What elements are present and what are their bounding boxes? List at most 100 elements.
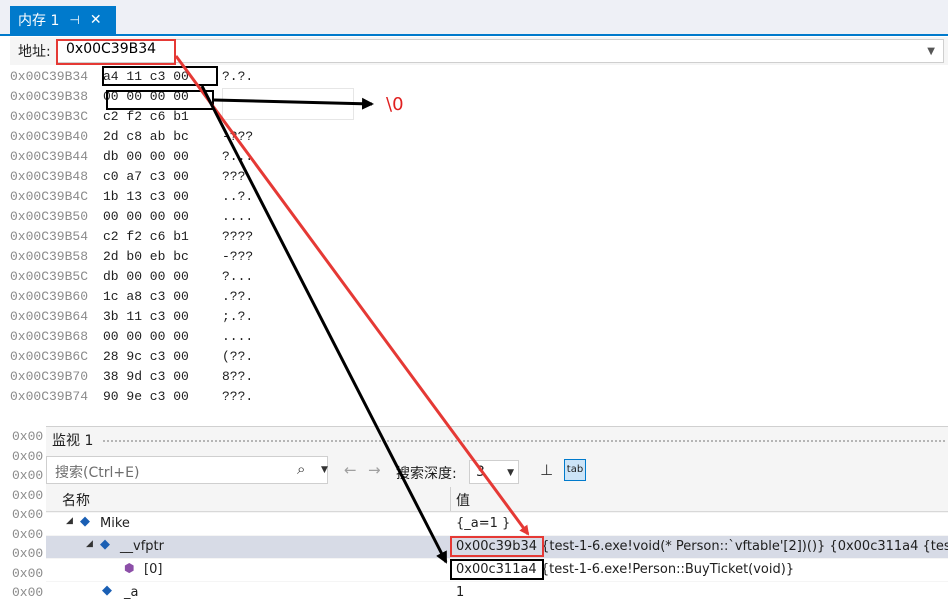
memory-bytes[interactable]: a4 11 c3 00 bbox=[103, 69, 189, 84]
memory-address: 0x00C39B5C bbox=[10, 269, 89, 284]
watch-value-cell[interactable]: 0x00c311a4 {test-1-6.exe!Person::BuyTick… bbox=[456, 562, 794, 577]
memory-ascii: ?... bbox=[222, 149, 254, 164]
search-depth-select[interactable]: 3 ▼ bbox=[469, 460, 519, 484]
watch-row[interactable]: ◢ ◆ Mike {_a=1 } bbox=[46, 513, 948, 535]
search-input[interactable]: 搜索(Ctrl+E) ⌕ ▼ bbox=[46, 456, 328, 484]
memory-ascii: 8??. bbox=[222, 369, 254, 384]
address-value: 0x00C39B34 bbox=[66, 41, 157, 57]
memory-address: 0x00C39B50 bbox=[10, 209, 89, 224]
chevron-down-icon[interactable]: ▼ bbox=[927, 46, 935, 57]
column-header-name[interactable]: 名称 bbox=[62, 490, 90, 510]
memory-address-stub: 0x00 bbox=[12, 546, 44, 561]
close-icon[interactable]: ✕ bbox=[90, 12, 102, 28]
memory-bytes[interactable]: 90 9e c3 00 bbox=[103, 389, 189, 404]
memory-address: 0x00C39B74 bbox=[10, 389, 89, 404]
watch-value: 1 bbox=[456, 585, 465, 600]
null-terminator-note: \0 bbox=[386, 94, 404, 115]
memory-bytes[interactable]: 1c a8 c3 00 bbox=[103, 289, 189, 304]
pin-icon[interactable]: ⊣ bbox=[69, 13, 79, 27]
watch-value-cell[interactable]: 1 bbox=[456, 585, 464, 600]
memory-bytes[interactable]: 3b 11 c3 00 bbox=[103, 309, 189, 324]
watch-value-cell[interactable]: 0x00c39b34 {test-1-6.exe!void(* Person::… bbox=[456, 539, 948, 554]
memory-ascii: .??. bbox=[222, 289, 254, 304]
memory-bytes[interactable]: db 00 00 00 bbox=[103, 269, 189, 284]
drag-handle[interactable] bbox=[102, 439, 946, 443]
memory-bytes[interactable]: c2 f2 c6 b1 bbox=[103, 229, 189, 244]
variable-icon: ◆ bbox=[100, 537, 110, 552]
expand-icon[interactable]: ◢ bbox=[66, 516, 73, 526]
watch-value-cell[interactable]: {_a=1 } bbox=[456, 516, 510, 531]
memory-address-stub: 0x00 bbox=[12, 468, 44, 483]
memory-address: 0x00C39B68 bbox=[10, 329, 89, 344]
watch-row[interactable]: ◆ _a 1 bbox=[46, 582, 948, 604]
watch-name: [0] bbox=[144, 562, 163, 577]
memory-address-stub: 0x00 bbox=[12, 585, 44, 600]
memory-bytes[interactable]: 28 9c c3 00 bbox=[103, 349, 189, 364]
search-icon[interactable]: ⌕ bbox=[297, 460, 305, 478]
memory-address: 0x00C39B70 bbox=[10, 369, 89, 384]
memory-ascii: ..?. bbox=[222, 189, 254, 204]
memory-ascii: .... bbox=[222, 329, 254, 344]
memory-ascii: ;.?. bbox=[222, 309, 254, 324]
memory-view[interactable]: 0x00C39B34 a4 11 c3 00?.?. 0x00C39B38 00 00… bbox=[10, 67, 948, 427]
memory-address-stub: 0x00 bbox=[12, 448, 44, 464]
memory-bytes[interactable]: 00 00 00 00 bbox=[103, 329, 189, 344]
pin-column-icon[interactable]: ⊥ bbox=[540, 461, 553, 479]
variable-icon: ◆ bbox=[102, 583, 112, 598]
watch-name: _a bbox=[124, 585, 139, 600]
tooltip-panel bbox=[222, 88, 354, 120]
memory-bytes[interactable]: c0 a7 c3 00 bbox=[103, 169, 189, 184]
column-header-value[interactable]: 值 bbox=[456, 490, 470, 510]
array-element-icon: ⬢ bbox=[124, 561, 135, 575]
memory-view-stub: 0x00 0x00 0x00 0x00 0x00 0x00 0x00 0x00 0x00 bbox=[0, 426, 46, 603]
watch-value: {_a=1 } bbox=[456, 516, 511, 531]
search-depth-label: 搜索深度: bbox=[396, 466, 457, 482]
memory-address: 0x00C39B34 bbox=[10, 69, 89, 84]
memory-bytes[interactable]: db 00 00 00 bbox=[103, 149, 189, 164]
memory-address: 0x00C39B3C bbox=[10, 109, 89, 124]
chevron-down-icon[interactable]: ▼ bbox=[507, 468, 514, 478]
watch-title: 监视 1 bbox=[52, 433, 94, 449]
memory-ascii: ?... bbox=[222, 269, 254, 284]
tab-memory-1[interactable]: 内存 1 ⊣ ✕ bbox=[10, 6, 116, 34]
back-arrow-icon[interactable]: ← bbox=[344, 461, 357, 479]
watch-name: __vfptr bbox=[120, 539, 164, 554]
memory-address: 0x00C39B48 bbox=[10, 169, 89, 184]
expand-icon[interactable]: ◢ bbox=[86, 539, 93, 549]
address-label: 地址: bbox=[18, 44, 51, 60]
memory-address-stub: 0x00 bbox=[12, 429, 44, 444]
memory-ascii: ?.?. bbox=[222, 69, 254, 84]
memory-bytes[interactable]: 2d b0 eb bc bbox=[103, 249, 189, 264]
tabular-view-icon[interactable]: tab bbox=[564, 459, 586, 481]
memory-tab-bar: 内存 1 ⊣ ✕ bbox=[0, 0, 948, 36]
watch-value-detail: {test-1-6.exe!void(* Person::`vftable'[2… bbox=[537, 539, 948, 554]
chevron-down-icon[interactable]: ▼ bbox=[321, 465, 328, 475]
memory-address: 0x00C39B60 bbox=[10, 289, 89, 304]
variable-icon: ◆ bbox=[80, 514, 90, 529]
watch-header-row: 名称 值 bbox=[46, 487, 948, 512]
watch-row[interactable]: ◢ ◆ __vfptr 0x00c39b34 {test-1-6.exe!void(*… bbox=[46, 536, 948, 558]
watch-value: 0x00c39b34 bbox=[456, 539, 537, 554]
memory-bytes[interactable]: 38 9d c3 00 bbox=[103, 369, 189, 384]
memory-address-stub: 0x00 bbox=[12, 487, 44, 503]
tab-title: 内存 1 bbox=[18, 13, 60, 29]
memory-ascii: (??. bbox=[222, 349, 254, 364]
memory-ascii: ???. bbox=[222, 389, 254, 404]
memory-address: 0x00C39B64 bbox=[10, 309, 89, 324]
memory-address: 0x00C39B58 bbox=[10, 249, 89, 264]
address-bar: 地址: ▼ 0x00C39B34 bbox=[10, 37, 948, 65]
memory-address: 0x00C39B40 bbox=[10, 129, 89, 144]
watch-window: 监视 1 搜索(Ctrl+E) ⌕ ▼ ← → 搜索深度: 3 ▼ ⊥ tab … bbox=[46, 426, 948, 604]
address-input[interactable]: ▼ bbox=[56, 39, 944, 63]
memory-address-stub: 0x00 bbox=[12, 565, 44, 581]
memory-address: 0x00C39B6C bbox=[10, 349, 89, 364]
column-divider[interactable] bbox=[450, 487, 451, 511]
watch-name: Mike bbox=[100, 516, 130, 531]
memory-bytes[interactable]: 1b 13 c3 00 bbox=[103, 189, 189, 204]
memory-bytes[interactable]: 00 00 00 00 bbox=[103, 89, 189, 104]
memory-bytes[interactable]: 2d c8 ab bc bbox=[103, 129, 189, 144]
memory-bytes[interactable]: 00 00 00 00 bbox=[103, 209, 189, 224]
forward-arrow-icon[interactable]: → bbox=[368, 461, 381, 479]
memory-bytes[interactable]: c2 f2 c6 b1 bbox=[103, 109, 189, 124]
watch-row[interactable]: ⬢ [0] 0x00c311a4 {test-1-6.exe!Person::Buy… bbox=[46, 559, 948, 581]
